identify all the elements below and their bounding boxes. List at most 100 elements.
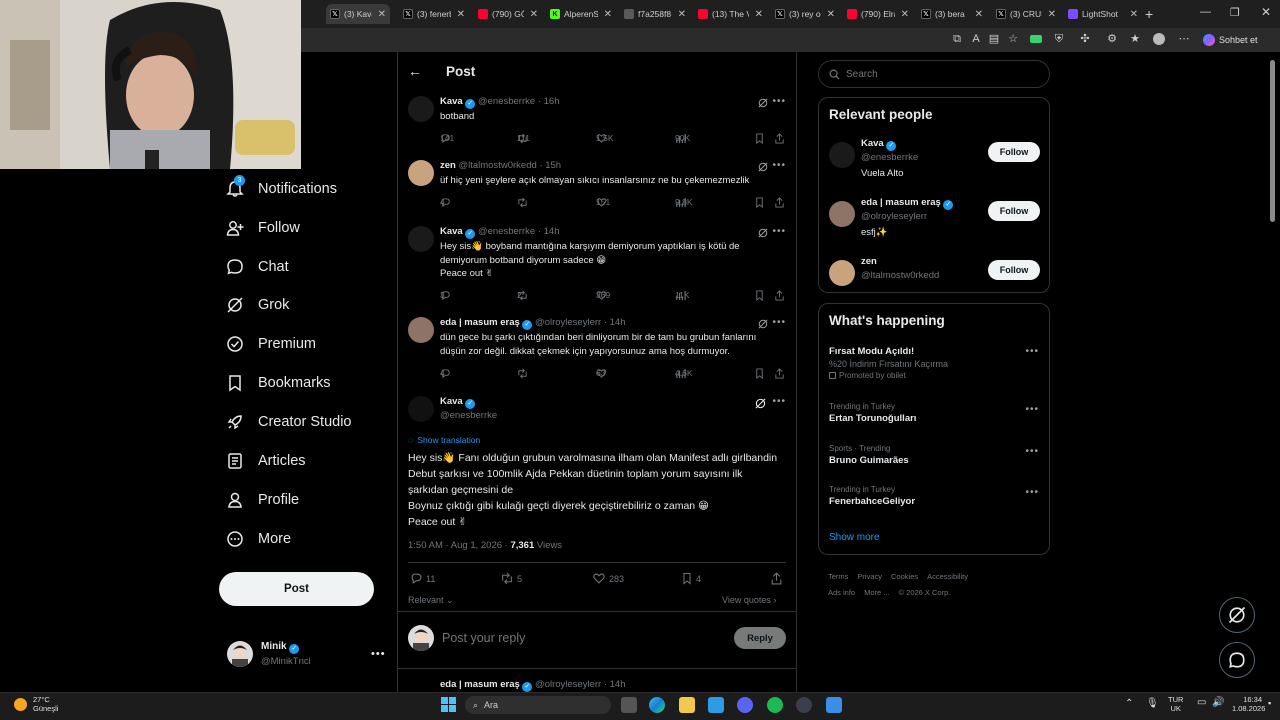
footer-link[interactable]: Accessibility (927, 572, 968, 581)
main-post-handle[interactable]: @enesberrke (440, 410, 497, 421)
view-quotes-link[interactable]: View quotes › (722, 595, 776, 605)
trend-item[interactable]: Trending in Turkey FenerbahceGeliyor ••• (829, 485, 1041, 507)
next-reply-preview[interactable]: eda | masum eraş ✓ @olroyleseylerr · 14h (440, 679, 626, 692)
browser-tab[interactable]: (13) The V ✕ (698, 4, 763, 24)
network-icon[interactable]: ▭ (1197, 697, 1206, 708)
nav-item-grok[interactable]: Grok (226, 292, 289, 318)
close-tab-icon[interactable]: ✕ (975, 9, 983, 20)
file-explorer-icon[interactable] (679, 697, 695, 713)
trend-item[interactable]: Fırsat Modu Açıldı! %20 İndirim Fırsatını… (829, 344, 1041, 380)
grok-icon[interactable] (755, 398, 766, 409)
start-button[interactable] (441, 697, 456, 712)
reply-post[interactable]: Kava ✓ @enesberrke · 16h ••• botband 141 111… (408, 96, 786, 150)
grok-icon[interactable] (758, 96, 768, 108)
main-post-avatar[interactable] (408, 396, 434, 422)
reply-post[interactable]: eda | masum eraş ✓ @olroyleseylerr · 14h… (408, 317, 786, 385)
reply-action[interactable]: 11 (410, 572, 435, 585)
avatar[interactable] (829, 201, 855, 227)
close-tab-icon[interactable]: ✕ (378, 9, 386, 20)
trend-item[interactable]: Sports · Trending Bruno Guimarães ••• (829, 444, 1041, 466)
task-view-icon[interactable] (621, 697, 637, 713)
footer-link[interactable]: Cookies (891, 572, 918, 581)
close-tab-icon[interactable]: ✕ (530, 9, 538, 20)
spotify-icon[interactable] (767, 697, 783, 713)
extension-green-icon[interactable] (1030, 33, 1042, 45)
person-name[interactable]: Kava (861, 138, 884, 149)
show-more-link[interactable]: Show more (829, 532, 880, 543)
browser-tab[interactable]: (790) Elra ✕ (847, 4, 909, 24)
steam-icon[interactable] (796, 697, 812, 713)
favorites-icon[interactable]: ★ (1129, 33, 1141, 45)
trend-item[interactable]: Trending in Turkey Ertan Torunoğulları ••• (829, 402, 1041, 424)
browser-tab[interactable]: (790) GÖ ✕ (478, 4, 538, 24)
nav-item-chat[interactable]: Chat (226, 254, 289, 280)
reply-author[interactable]: Kava (440, 226, 463, 237)
close-tab-icon[interactable]: ✕ (678, 9, 686, 20)
browser-tab[interactable]: LightShot ✕ (1068, 4, 1138, 24)
close-tab-icon[interactable]: ✕ (901, 9, 909, 20)
more-options-icon[interactable]: ••• (772, 226, 786, 237)
microphone-icon[interactable]: 🎙 (1146, 698, 1159, 709)
reply-handle[interactable]: @olroyleseylerr (535, 317, 601, 328)
more-options-icon[interactable]: ••• (1025, 446, 1039, 457)
repost-action[interactable]: 5 (500, 572, 522, 585)
timestamp-text[interactable]: 1:50 AM · Aug 1, 2026 · (408, 540, 510, 551)
messages-float-button[interactable] (1219, 642, 1255, 678)
bookmark-icon[interactable] (754, 197, 765, 208)
network-app-icon[interactable] (708, 697, 724, 713)
settings-menu-icon[interactable]: ⋯ (1178, 33, 1190, 45)
page-scrollbar[interactable] (1270, 60, 1275, 222)
reply-avatar[interactable] (408, 226, 434, 252)
more-options-icon[interactable]: ••• (1025, 487, 1039, 498)
account-more-icon[interactable]: ••• (371, 648, 386, 660)
more-options-icon[interactable]: ••• (772, 396, 786, 407)
clock[interactable]: 16:34 1.08.2026 (1232, 695, 1265, 713)
browser-tab[interactable]: 𝕏 (3) bera ✕ (921, 4, 983, 24)
share-icon[interactable] (774, 133, 785, 144)
maximize-button[interactable]: ❐ (1230, 6, 1240, 19)
person-name[interactable]: zen (861, 256, 877, 267)
reply-avatar[interactable] (408, 96, 434, 122)
footer-link[interactable]: Privacy (857, 572, 882, 581)
more-options-icon[interactable]: ••• (772, 317, 786, 328)
reply-sort-dropdown[interactable]: Relevant ⌄ (408, 595, 454, 606)
post-button[interactable]: Post (219, 572, 374, 606)
follow-button[interactable]: Follow (988, 260, 1040, 280)
taskbar-search[interactable]: ⌕ Ara (465, 696, 611, 714)
reply-author[interactable]: zen (440, 160, 456, 171)
relevant-person[interactable]: zen @ltalmostw0rkedd Follow (829, 256, 1041, 306)
nav-item-articles[interactable]: Articles (226, 448, 306, 474)
bookmark-icon[interactable] (754, 290, 765, 301)
reply-post[interactable]: Kava ✓ @enesberrke · 14h ••• Hey sis👋 boyb… (408, 226, 786, 307)
edge-browser-icon[interactable] (649, 697, 665, 713)
reply-author[interactable]: eda | masum eraş (440, 317, 520, 328)
grok-float-button[interactable] (1219, 597, 1255, 633)
discord-icon[interactable] (737, 697, 753, 713)
nav-item-profile[interactable]: Profile (226, 487, 299, 513)
main-post-author[interactable]: Kava (440, 396, 463, 407)
share-icon[interactable] (774, 290, 785, 301)
footer-link[interactable]: Terms (828, 572, 848, 581)
browser-tab[interactable]: 𝕏 (3) rey on ✕ (775, 4, 835, 24)
close-tab-icon[interactable]: ✕ (457, 9, 465, 20)
avatar[interactable] (829, 142, 855, 168)
browser-tab[interactable]: 𝕏 (3) Kava o ✕ (326, 4, 390, 24)
close-tab-icon[interactable]: ✕ (755, 9, 763, 20)
reading-view-icon[interactable]: ▤ (988, 33, 1000, 45)
bookmark-action[interactable]: 4 (681, 572, 701, 585)
reply-button[interactable]: Reply (734, 627, 786, 649)
footer-link[interactable]: Ads info (828, 588, 855, 597)
close-tab-icon[interactable]: ✕ (1048, 9, 1056, 20)
nav-item-notifications[interactable]: 3 Notifications (226, 175, 337, 202)
split-screen-icon[interactable]: ⧉ (951, 33, 963, 45)
account-switcher[interactable]: Minik ✓ @MinikTncl (227, 641, 311, 667)
tray-overflow-icon[interactable]: ⌃ (1125, 698, 1133, 709)
volume-icon[interactable]: 🔊 (1212, 697, 1224, 708)
more-options-icon[interactable]: ••• (772, 160, 786, 171)
back-arrow-icon[interactable]: ← (408, 63, 422, 79)
reply-time[interactable]: 14h (544, 226, 560, 237)
reply-author[interactable]: Kava (440, 96, 463, 107)
nav-item-follow[interactable]: Follow (226, 215, 300, 241)
notification-center-icon[interactable]: ▪ (1268, 698, 1271, 708)
extension-puzzle-icon[interactable]: ✣ (1079, 33, 1091, 45)
